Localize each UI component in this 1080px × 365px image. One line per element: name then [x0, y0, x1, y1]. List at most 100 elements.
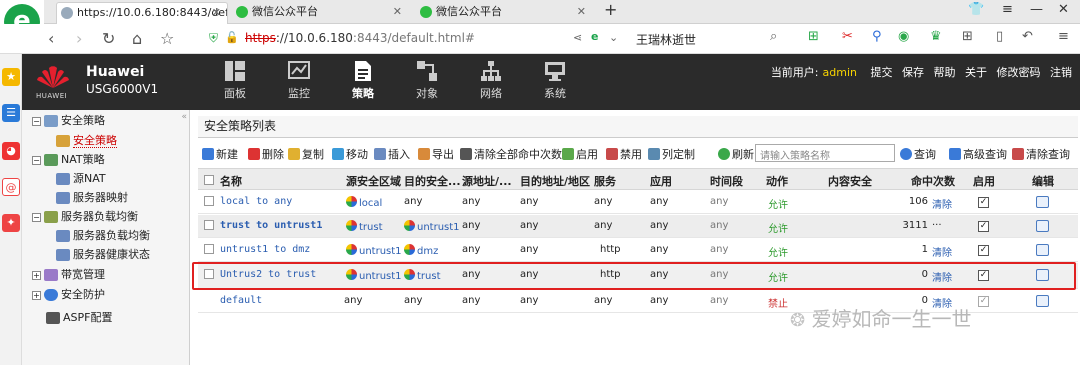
col-edit[interactable]: 编辑 [1032, 173, 1054, 189]
col-name[interactable]: 名称 [220, 173, 242, 189]
clear-hits-link[interactable]: 清除 [932, 244, 952, 259]
reload-icon[interactable]: ↻ [102, 29, 115, 48]
module-network[interactable]: 网络 [463, 60, 519, 101]
close-tab-icon[interactable]: ✕ [212, 3, 221, 23]
mail-icon[interactable]: @ [2, 178, 20, 196]
clear-hits-ellipsis[interactable]: ··· [932, 220, 942, 231]
expand-toggle-icon[interactable]: + [32, 290, 41, 300]
policy-name[interactable]: local to any [220, 196, 292, 207]
change-password-link[interactable]: 修改密码 [997, 66, 1041, 79]
browser-tab[interactable]: 微信公众平台 ✕ [232, 2, 408, 24]
help-link[interactable]: 帮助 [934, 66, 956, 79]
undo-icon[interactable]: ↶ [1022, 29, 1033, 44]
refresh-button[interactable]: 刷新 [718, 146, 754, 162]
table-row[interactable]: trust to untrust1 trust untrust1 any any… [198, 215, 1078, 238]
logout-link[interactable]: 注销 [1050, 66, 1072, 79]
more-menu-icon[interactable]: ≡ [1058, 29, 1069, 44]
weibo-icon[interactable]: ◕ [2, 142, 20, 160]
nav-item-protection[interactable]: + 安全防护 [32, 286, 105, 304]
row-checkbox[interactable] [204, 244, 214, 255]
col-content-security[interactable]: 内容安全 [828, 173, 872, 189]
col-application[interactable]: 应用 [650, 173, 672, 189]
new-button[interactable]: 新建 [202, 146, 238, 162]
row-checkbox[interactable] [204, 196, 214, 207]
close-tab-icon[interactable]: ✕ [393, 2, 402, 22]
back-icon[interactable]: ‹ [48, 29, 54, 48]
col-src-addr[interactable]: 源地址/... [462, 173, 512, 189]
edit-icon[interactable] [1036, 196, 1049, 211]
favorites-icon[interactable]: ★ [2, 68, 20, 86]
nav-item-server-mapping[interactable]: 服务器映射 [56, 189, 128, 207]
nav-item-security-policy[interactable]: 安全策略 [56, 132, 117, 150]
col-enable[interactable]: 启用 [973, 173, 995, 189]
game-icon[interactable]: ◉ [898, 29, 909, 44]
edit-icon[interactable] [1036, 244, 1049, 259]
disable-button[interactable]: 禁用 [606, 146, 642, 162]
commit-link[interactable]: 提交 [871, 66, 893, 79]
nav-item-server-health[interactable]: 服务器健康状态 [56, 246, 150, 264]
about-link[interactable]: 关于 [965, 66, 987, 79]
find-icon[interactable]: ⚲ [872, 29, 882, 44]
search-icon[interactable]: ⌕ [770, 29, 777, 44]
home-icon[interactable]: ⌂ [132, 29, 142, 48]
apps-icon[interactable]: ⊞ [962, 29, 973, 44]
engine-icon[interactable]: e [591, 30, 598, 43]
clear-all-hits-button[interactable]: 清除全部命中次数 [460, 146, 562, 162]
select-all-checkbox[interactable] [204, 173, 214, 186]
policy-name[interactable]: untrust1 to dmz [220, 244, 310, 255]
shirt-icon[interactable]: 👕 [968, 2, 984, 17]
col-service[interactable]: 服务 [594, 173, 616, 189]
browser-tab-active[interactable]: https://10.0.6.180:8443/default ✕ [56, 2, 228, 24]
advanced-query-button[interactable]: 高级查询 [949, 146, 1007, 162]
module-object[interactable]: 对象 [399, 60, 455, 101]
nav-item-security-policy-group[interactable]: − 安全策略 [32, 112, 105, 130]
module-system[interactable]: 系统 [527, 60, 583, 101]
close-tab-icon[interactable]: ✕ [577, 2, 586, 22]
policy-name[interactable]: default [220, 295, 262, 306]
browser-tab[interactable]: 微信公众平台 ✕ [416, 2, 592, 24]
edit-icon[interactable] [1036, 220, 1049, 235]
save-link[interactable]: 保存 [902, 66, 924, 79]
col-dst-zone[interactable]: 目的安全... [404, 173, 461, 189]
nav-item-aspf[interactable]: ASPF配置 [46, 309, 112, 327]
collapse-toggle-icon[interactable]: − [32, 155, 41, 165]
minimize-icon[interactable]: — [1030, 2, 1043, 17]
chevron-down-icon[interactable]: ⌄ [609, 31, 618, 44]
star-icon[interactable]: ☆ [160, 29, 174, 48]
nav-item-slb[interactable]: 服务器负载均衡 [56, 227, 150, 245]
export-button[interactable]: 导出 [418, 146, 454, 162]
collapse-icon[interactable]: « [181, 112, 187, 122]
new-tab-button[interactable]: + [604, 0, 617, 19]
module-policy[interactable]: 策略 [335, 60, 391, 101]
nav-item-bandwidth[interactable]: + 带宽管理 [32, 266, 105, 284]
coupon-icon[interactable]: ♛ [930, 29, 942, 44]
enable-checkbox[interactable]: ✓ [978, 220, 989, 232]
row-checkbox[interactable] [204, 220, 214, 231]
notes-icon[interactable]: ☰ [2, 104, 20, 122]
move-button[interactable]: 移动 [332, 146, 368, 162]
col-time-range[interactable]: 时间段 [710, 173, 743, 189]
phone-icon[interactable]: ▯ [996, 29, 1003, 44]
col-dst-addr[interactable]: 目的地址/地区 [520, 173, 590, 189]
table-row[interactable]: local to any local any any any any any a… [198, 191, 1078, 214]
nav-item-nat-policy-group[interactable]: − NAT策略 [32, 151, 105, 169]
enable-button[interactable]: 启用 [562, 146, 598, 162]
clear-hits-link[interactable]: 清除 [932, 196, 952, 211]
policy-name[interactable]: trust to untrust1 [220, 220, 322, 231]
enable-checkbox[interactable]: ✓ [978, 244, 989, 256]
insert-button[interactable]: 插入 [374, 146, 410, 162]
close-window-icon[interactable]: ✕ [1058, 2, 1069, 17]
nav-item-source-nat[interactable]: 源NAT [56, 170, 106, 188]
module-dashboard[interactable]: 面板 [207, 60, 263, 101]
column-custom-button[interactable]: 列定制 [648, 146, 695, 162]
clear-query-button[interactable]: 清除查询 [1012, 146, 1070, 162]
scissors-icon[interactable]: ✂ [842, 29, 853, 44]
policy-search-input[interactable]: 请输入策略名称 [755, 144, 895, 162]
game-icon[interactable]: ✦ [2, 214, 20, 232]
nav-item-slb-group[interactable]: − 服务器负载均衡 [32, 208, 138, 226]
table-row[interactable]: untrust1 to dmz untrust1 dmz any any htt… [198, 239, 1078, 262]
col-src-zone[interactable]: 源安全区域 [346, 173, 401, 189]
col-hit-count[interactable]: 命中次数 [911, 173, 955, 189]
translate-icon[interactable]: ⊞ [808, 29, 819, 44]
col-action[interactable]: 动作 [766, 173, 788, 189]
